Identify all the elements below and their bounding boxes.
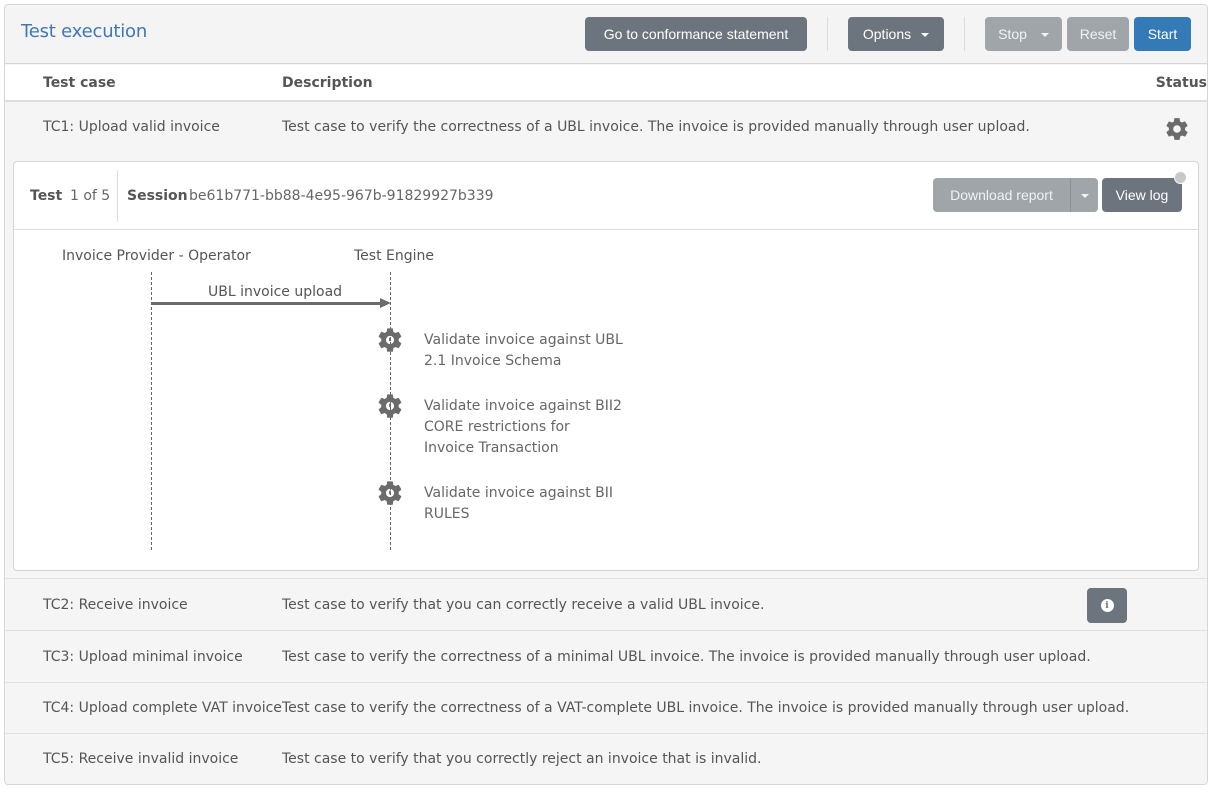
- test-case-info-button[interactable]: i: [1087, 588, 1127, 623]
- test-label: Test: [30, 188, 63, 204]
- gear-icon: [1166, 118, 1188, 140]
- step-description: Validate invoice against UBL 2.1 Invoice…: [424, 332, 623, 369]
- test-case-name: TC5: Receive invalid invoice: [43, 751, 239, 767]
- lifeline-operator: [151, 272, 152, 550]
- step-description: Validate invoice against BII2 CORE restr…: [424, 398, 622, 456]
- test-case-name: TC1: Upload valid invoice: [43, 119, 220, 135]
- session-panel: Test 1 of 5 Session be61b771-bb88-4e95-9…: [13, 161, 1199, 571]
- test-case-description: Test case to verify the correctness of a…: [282, 649, 1091, 665]
- actor-label: Test Engine: [354, 248, 435, 264]
- message-arrow-line: [151, 302, 381, 305]
- step-description: Validate invoice against BII RULES: [424, 485, 614, 522]
- test-case-description: Test case to verify that you can correct…: [282, 597, 765, 613]
- sequence-diagram: Invoice Provider - Operator Test Engine …: [14, 230, 1198, 570]
- message-label: UBL invoice upload: [208, 284, 343, 300]
- table-row[interactable]: TC5: Receive invalid invoice Test case t…: [5, 734, 1207, 784]
- reset-label: Reset: [1079, 26, 1117, 42]
- table-header: Test case Description Status: [5, 65, 1207, 102]
- info-icon: i: [1100, 599, 1114, 612]
- caret-down-icon: [1040, 33, 1049, 37]
- column-header-description: Description: [282, 75, 373, 91]
- caret-down-icon: [921, 33, 930, 37]
- toolbar-divider: [827, 17, 828, 51]
- actor-label: Invoice Provider - Operator: [62, 248, 251, 264]
- table-row[interactable]: TC2: Receive invoice Test case to verify…: [5, 580, 1207, 631]
- reset-button[interactable]: Reset: [1067, 17, 1129, 51]
- test-case-name: TC3: Upload minimal invoice: [43, 649, 243, 665]
- column-header-status: Status: [1155, 75, 1207, 91]
- conformance-statement-button[interactable]: Go to conformance statement: [585, 17, 807, 51]
- test-case-description: Test case to verify the correctness of a…: [282, 119, 1030, 135]
- conformance-statement-label: Go to conformance statement: [603, 26, 789, 42]
- view-log-button[interactable]: View log: [1102, 178, 1182, 212]
- start-label: Start: [1147, 26, 1178, 42]
- test-counter: 1 of 5: [70, 188, 111, 204]
- toolbar-divider: [964, 17, 965, 51]
- session-header: Test 1 of 5 Session be61b771-bb88-4e95-9…: [14, 162, 1198, 230]
- start-button[interactable]: Start: [1134, 17, 1191, 51]
- page-title: Test execution: [21, 21, 148, 42]
- test-case-name: TC4: Upload complete VAT invoice: [43, 700, 282, 716]
- test-execution-panel: Test execution Go to conformance stateme…: [4, 4, 1208, 785]
- options-label: Options: [862, 26, 912, 42]
- arrow-head-icon: [380, 298, 391, 308]
- session-divider: [117, 170, 118, 222]
- options-dropdown-button[interactable]: Options: [848, 17, 944, 51]
- download-report-label: Download report: [950, 187, 1053, 203]
- download-report-button[interactable]: Download report: [933, 178, 1070, 212]
- caret-down-icon: [1080, 194, 1089, 198]
- test-case-name: TC2: Receive invoice: [43, 597, 188, 613]
- stop-label: Stop: [998, 26, 1027, 42]
- gear-icon: [378, 481, 402, 505]
- gear-icon: [378, 394, 402, 418]
- table-row[interactable]: TC3: Upload minimal invoice Test case to…: [5, 632, 1207, 683]
- table-row[interactable]: TC4: Upload complete VAT invoice Test ca…: [5, 683, 1207, 734]
- stop-dropdown-button[interactable]: Stop: [985, 17, 1062, 51]
- download-report-dropdown-toggle[interactable]: [1070, 178, 1098, 212]
- session-label: Session: [127, 188, 188, 204]
- log-status-indicator: [1174, 171, 1187, 184]
- column-header-test-case: Test case: [43, 75, 116, 91]
- view-log-label: View log: [1115, 187, 1169, 203]
- gear-icon: [378, 328, 402, 352]
- session-id: be61b771-bb88-4e95-967b-91829927b339: [189, 188, 494, 204]
- test-case-description: Test case to verify that you correctly r…: [282, 751, 762, 767]
- test-case-description: Test case to verify the correctness of a…: [282, 700, 1130, 716]
- panel-header: Test execution Go to conformance stateme…: [5, 5, 1207, 64]
